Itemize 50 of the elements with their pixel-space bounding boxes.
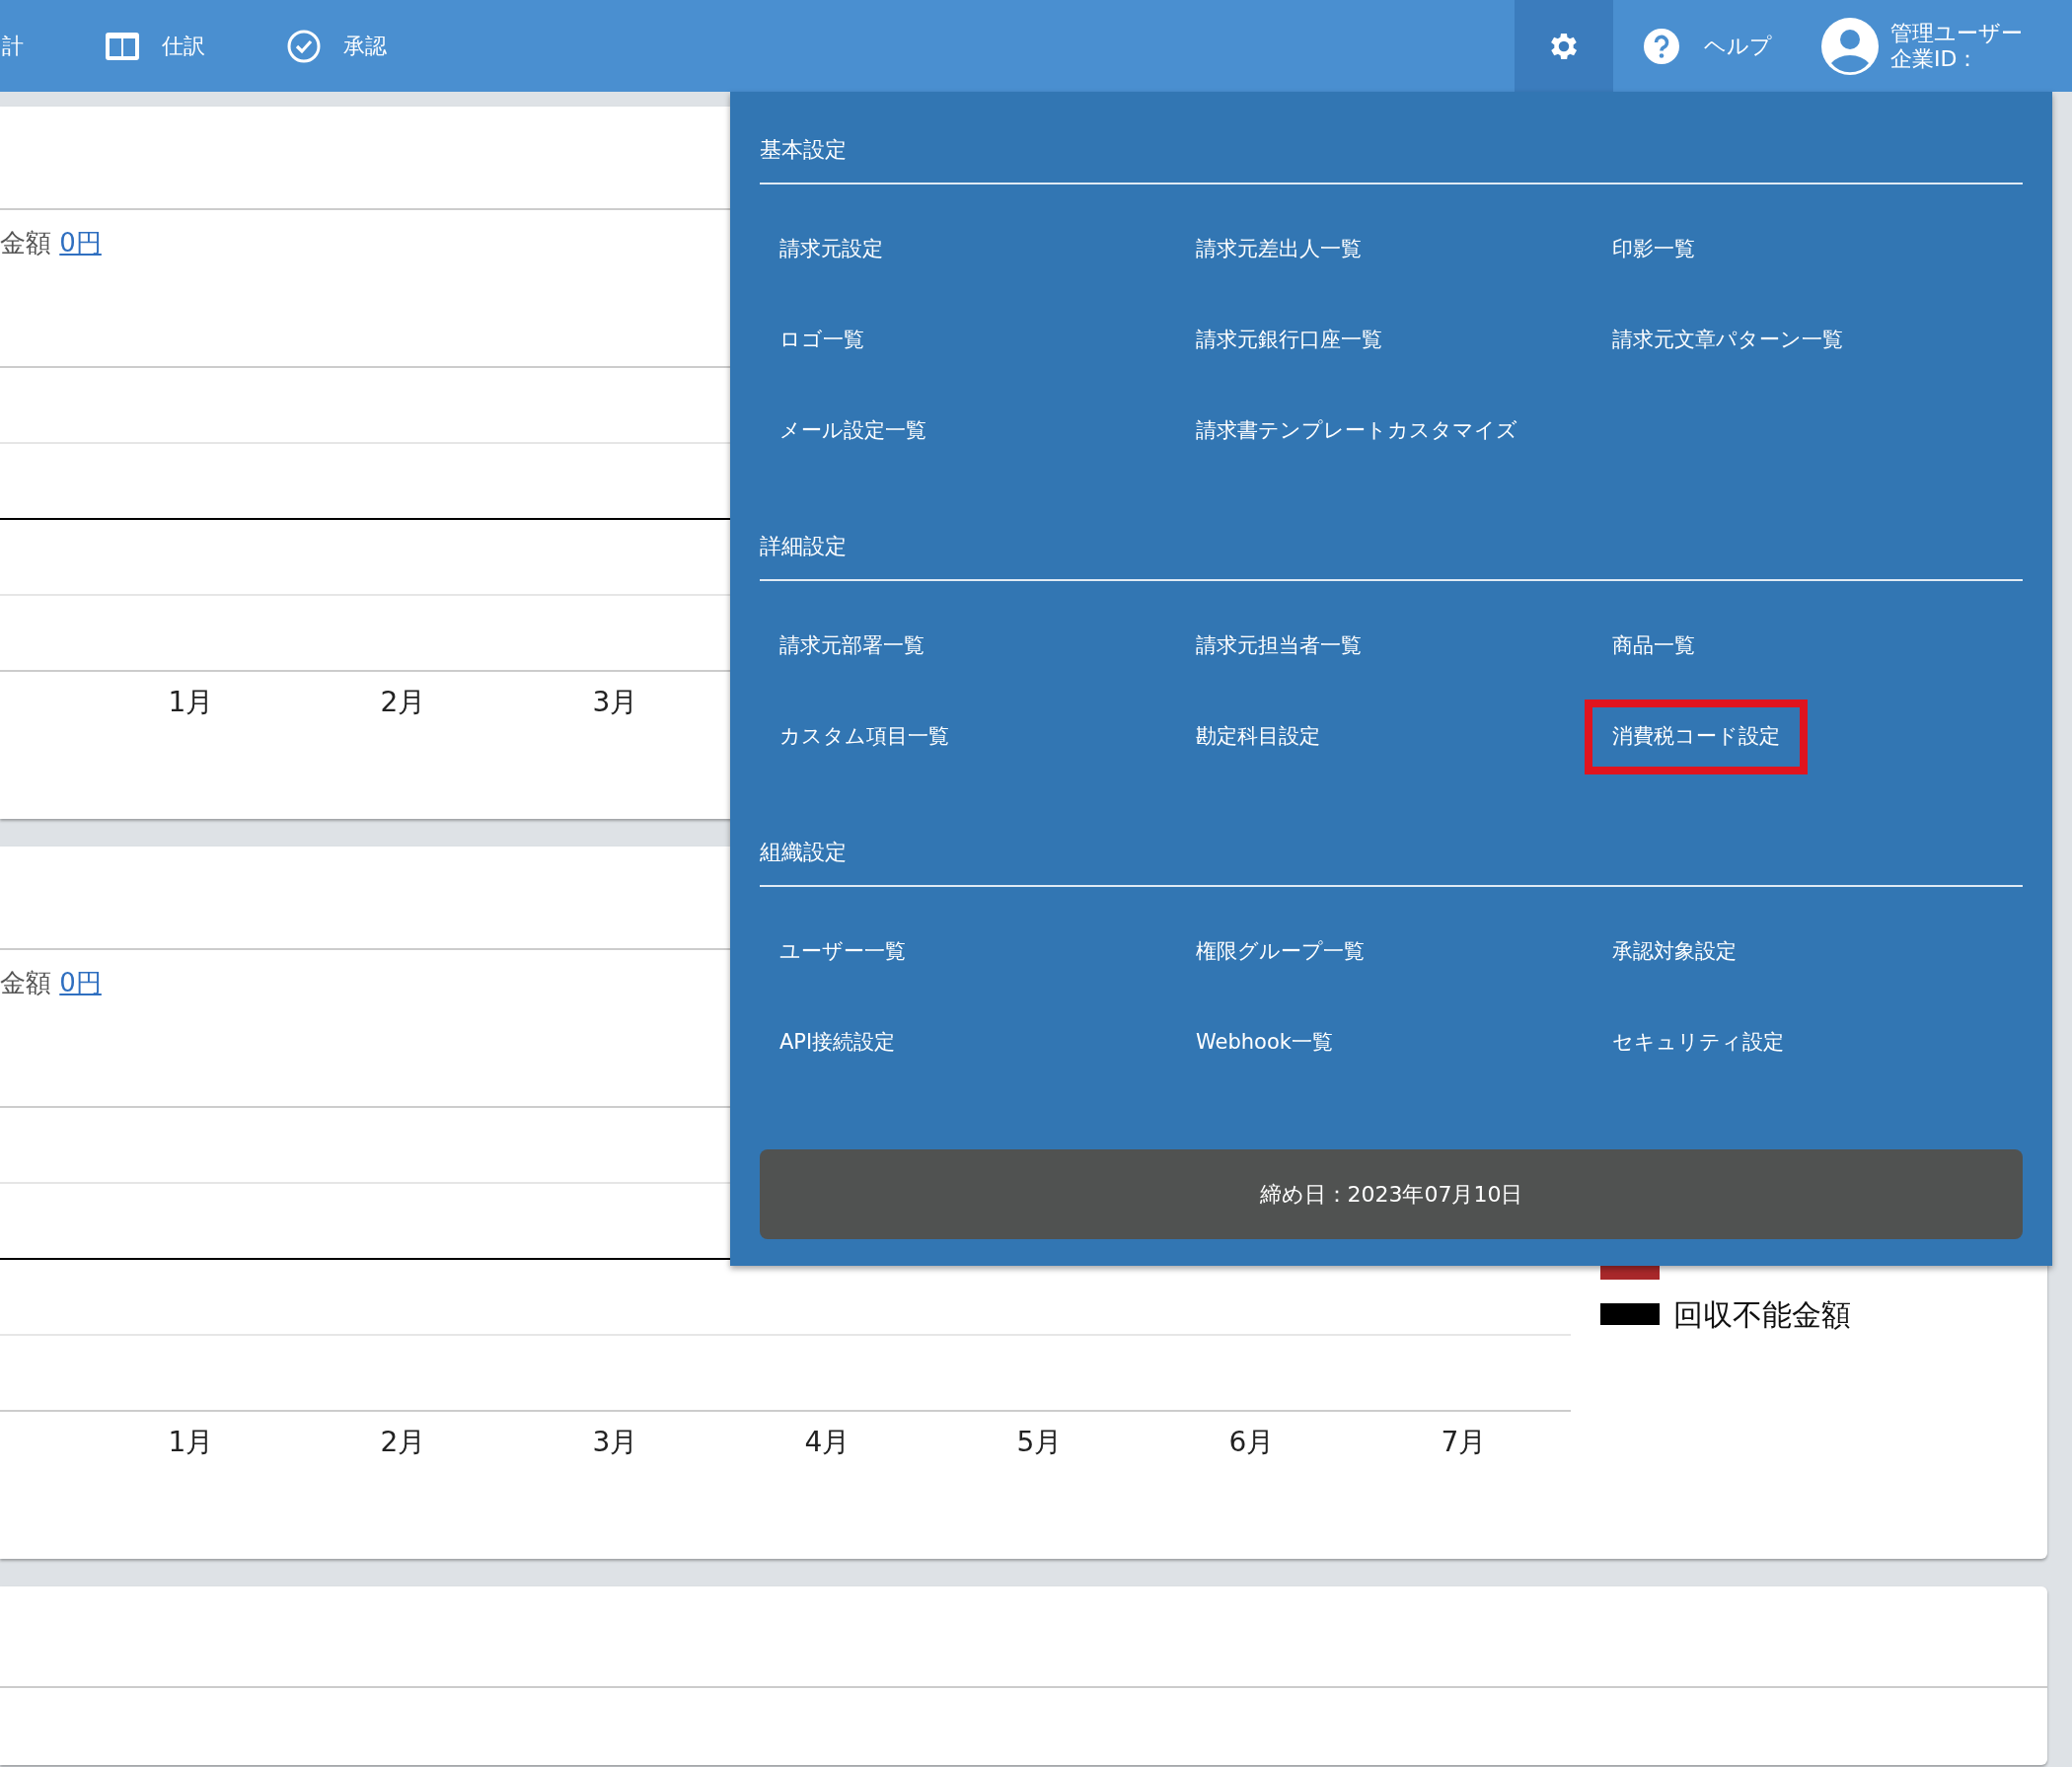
- month-label: 5月: [1016, 1425, 1063, 1460]
- summary-amount-link[interactable]: 0円: [59, 968, 102, 997]
- month-label: 3月: [592, 1425, 638, 1460]
- section-heading: 詳細設定: [760, 532, 2023, 581]
- legend-label: 回収不能金額: [1673, 1295, 1851, 1334]
- menu-link[interactable]: 消費税コード設定: [1585, 699, 1808, 774]
- month-label: 2月: [380, 685, 426, 720]
- menu-link[interactable]: 勘定科目設定: [1168, 699, 1348, 774]
- help-button[interactable]: ヘルプ: [1613, 0, 1802, 92]
- menu-link[interactable]: 印影一覧: [1585, 212, 1723, 287]
- columns-icon: [105, 31, 140, 61]
- menu-link[interactable]: 権限グループ一覧: [1168, 915, 1392, 990]
- month-label: 2月: [380, 1425, 426, 1460]
- month-label: 7月: [1441, 1425, 1487, 1460]
- menu-link[interactable]: カスタム項目一覧: [752, 699, 977, 774]
- menu-link[interactable]: 請求元担当者一覧: [1168, 609, 1389, 684]
- menu-link[interactable]: API接続設定: [752, 1005, 924, 1080]
- help-icon: [1643, 27, 1680, 65]
- summary-label: 金額: [0, 968, 51, 997]
- month-label: 4月: [804, 1425, 851, 1460]
- menu-link[interactable]: ユーザー一覧: [752, 915, 933, 990]
- month-label: 1月: [168, 1425, 214, 1460]
- settings-button[interactable]: [1515, 0, 1613, 92]
- section-heading: 組織設定: [760, 838, 2023, 887]
- menu-link[interactable]: 請求元部署一覧: [752, 609, 952, 684]
- menu-link[interactable]: セキュリティ設定: [1585, 1005, 1812, 1080]
- menu-link[interactable]: Webhook一覧: [1168, 1005, 1361, 1080]
- menu-link[interactable]: 承認対象設定: [1585, 915, 1764, 990]
- nav-link[interactable]: 承認: [286, 0, 387, 92]
- menu-link[interactable]: メール設定一覧: [752, 394, 954, 469]
- user-name: 管理ユーザー: [1890, 20, 2023, 46]
- summary-label: 金額: [0, 228, 51, 258]
- user-avatar-icon[interactable]: [1821, 17, 1879, 75]
- check-circle-icon: [286, 28, 322, 64]
- menu-link[interactable]: 請求元銀行口座一覧: [1168, 303, 1410, 378]
- menu-link[interactable]: ロゴ一覧: [752, 303, 892, 378]
- menu-link[interactable]: 請求書テンプレートカスタマイズ: [1168, 394, 1545, 469]
- company-id-label: 企業ID：: [1890, 45, 1980, 72]
- menu-link[interactable]: 請求元設定: [752, 212, 911, 287]
- section-heading: 基本設定: [760, 135, 2023, 184]
- closing-date-banner: 締め日：2023年07月10日: [760, 1149, 2023, 1239]
- summary-amount-link[interactable]: 0円: [59, 228, 102, 258]
- month-label: 6月: [1228, 1425, 1275, 1460]
- menu-link[interactable]: 請求元文章パターン一覧: [1585, 303, 1871, 378]
- menu-link[interactable]: 商品一覧: [1585, 609, 1723, 684]
- nav-link[interactable]: 計: [2, 0, 24, 92]
- nav-link[interactable]: 仕訳: [105, 0, 205, 92]
- menu-link[interactable]: 請求元差出人一覧: [1168, 212, 1389, 287]
- month-label: 3月: [592, 685, 638, 720]
- month-label: 1月: [168, 685, 214, 720]
